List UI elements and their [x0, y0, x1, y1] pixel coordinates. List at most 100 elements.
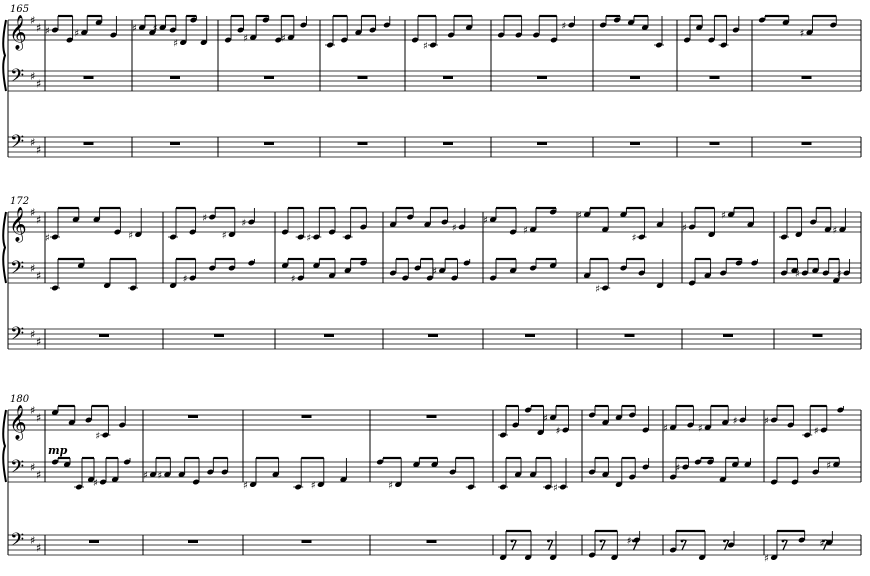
whole-rest	[630, 142, 640, 145]
sharp-icon: ♯	[95, 431, 100, 442]
sharp-icon: ♯	[241, 218, 246, 229]
sharp-icon: ♯	[764, 416, 769, 427]
whole-rest	[630, 76, 640, 79]
sharp-icon: ♯	[93, 478, 98, 489]
whole-rest	[357, 76, 368, 79]
system: 172𝄞 ♯♯𝄢 ♯♯𝄢 ♯♯♯ ♯♯♯♯♯♯♯♯♯♯♯♯♯♯♯♯♯♯ ♯	[2, 196, 862, 350]
rest-dot	[723, 539, 726, 543]
sharp-icon: ♯	[388, 481, 393, 492]
staff	[8, 328, 861, 350]
brace	[2, 211, 7, 284]
sharp-icon: ♯	[306, 233, 311, 244]
sharp-icon: ♯	[36, 270, 41, 283]
sharp-icon: ♯	[632, 233, 637, 244]
music-score: 165𝄞 ♯♯𝄢 ♯♯𝄢 ♯♯♯ ♯ ♯ ♯♯ ♯ ♯♯♯♯172𝄞 ♯♯𝄢 ♯♯𝄢 ♯♯♯ ♯♯♯♯♯…	[2, 4, 862, 565]
bass-clef-icon: 𝄢	[10, 258, 24, 283]
sharp-icon: ♯	[553, 483, 558, 494]
sharp-icon: ♯	[452, 223, 457, 234]
whole-rest	[89, 540, 99, 543]
sharp-icon: ♯	[30, 14, 35, 27]
sharp-icon: ♯	[423, 41, 428, 52]
whole-rest	[537, 76, 547, 79]
whole-rest	[428, 334, 438, 337]
sharp-icon: ♯	[837, 269, 842, 280]
bass-clef-icon: 𝄢	[10, 324, 24, 349]
sharp-icon: ♯	[45, 26, 50, 37]
brace	[2, 409, 7, 483]
sharp-icon: ♯	[826, 461, 831, 472]
sharp-icon: ♯	[36, 469, 41, 482]
sharp-icon: ♯	[30, 461, 35, 474]
rest-dot	[547, 539, 550, 543]
sharp-icon: ♯	[222, 231, 227, 242]
bass-clef-icon: 𝄢	[10, 457, 24, 482]
sharp-icon: ♯	[36, 214, 41, 227]
sharp-icon: ♯	[291, 274, 296, 285]
sharp-icon: ♯	[682, 223, 687, 234]
sharp-icon: ♯	[432, 267, 437, 278]
whole-rest	[812, 334, 823, 337]
sharp-icon: ♯	[543, 414, 548, 425]
rest-dot	[822, 539, 825, 543]
whole-rest	[723, 334, 733, 337]
sharp-icon: ♯	[74, 29, 79, 40]
whole-rest	[426, 540, 437, 543]
whole-rest	[801, 142, 812, 145]
sharp-icon: ♯	[832, 226, 837, 237]
whole-rest	[709, 142, 720, 145]
sharp-icon: ♯	[45, 233, 50, 244]
sharp-icon: ♯	[30, 136, 35, 149]
whole-rest	[170, 142, 180, 145]
sharp-icon: ♯	[733, 416, 738, 427]
sharp-icon: ♯	[30, 70, 35, 83]
whole-rest	[624, 334, 635, 337]
sharp-icon: ♯	[698, 424, 703, 435]
rest-dot	[632, 539, 635, 543]
whole-rest	[301, 540, 312, 543]
whole-rest	[188, 540, 198, 543]
sharp-icon: ♯	[721, 211, 726, 222]
whole-rest	[525, 334, 535, 337]
whole-rest	[83, 142, 94, 145]
whole-rest	[264, 142, 274, 145]
system: 180𝄞 ♯♯𝄢 ♯♯𝄢 ♯♯♯♯♯ ♯♯ ♯ ♯♯♯♯♯♯ ♯♯♯♯♯♯♯♯mp	[2, 394, 862, 565]
rest-dot	[781, 539, 785, 543]
sharp-icon: ♯	[132, 24, 137, 35]
system: 165𝄞 ♯♯𝄢 ♯♯𝄢 ♯♯♯ ♯ ♯ ♯♯ ♯ ♯♯♯♯	[2, 4, 862, 158]
sharp-icon: ♯	[800, 29, 805, 40]
sharp-icon: ♯	[595, 284, 600, 295]
sharp-icon: ♯	[764, 554, 769, 565]
sharp-icon: ♯	[173, 39, 178, 50]
sharp-icon: ♯	[36, 542, 41, 555]
sharp-icon: ♯	[30, 404, 35, 417]
sharp-icon: ♯	[243, 481, 248, 492]
whole-rest	[357, 142, 368, 145]
sharp-icon: ♯	[30, 206, 35, 219]
whole-rest	[214, 334, 224, 337]
rest-dot	[599, 539, 603, 543]
whole-rest	[443, 142, 453, 145]
sharp-icon: ♯	[814, 426, 819, 437]
whole-rest	[170, 76, 180, 79]
sharp-icon: ♯	[30, 328, 35, 341]
whole-rest	[443, 76, 453, 79]
sharp-icon: ♯	[627, 536, 632, 547]
sharp-icon: ♯	[675, 463, 680, 474]
staff	[8, 70, 861, 92]
bass-clef-icon: 𝄢	[10, 530, 24, 555]
sharp-icon: ♯	[128, 231, 133, 242]
bass-clef-icon: 𝄢	[10, 66, 24, 91]
sharp-icon: ♯	[243, 34, 248, 45]
sharp-icon: ♯	[143, 471, 148, 482]
sharp-icon: ♯	[281, 34, 286, 45]
measure-number: 165	[10, 4, 29, 15]
sharp-icon: ♯	[153, 24, 158, 35]
rest-dot	[680, 539, 684, 543]
bass-clef-icon: 𝄢	[10, 132, 24, 157]
sharp-icon: ♯	[663, 424, 668, 435]
sharp-icon: ♯	[483, 216, 488, 227]
sharp-icon: ♯	[30, 262, 35, 275]
whole-rest	[188, 415, 198, 418]
whole-rest	[264, 76, 274, 79]
sharp-icon: ♯	[523, 226, 528, 237]
